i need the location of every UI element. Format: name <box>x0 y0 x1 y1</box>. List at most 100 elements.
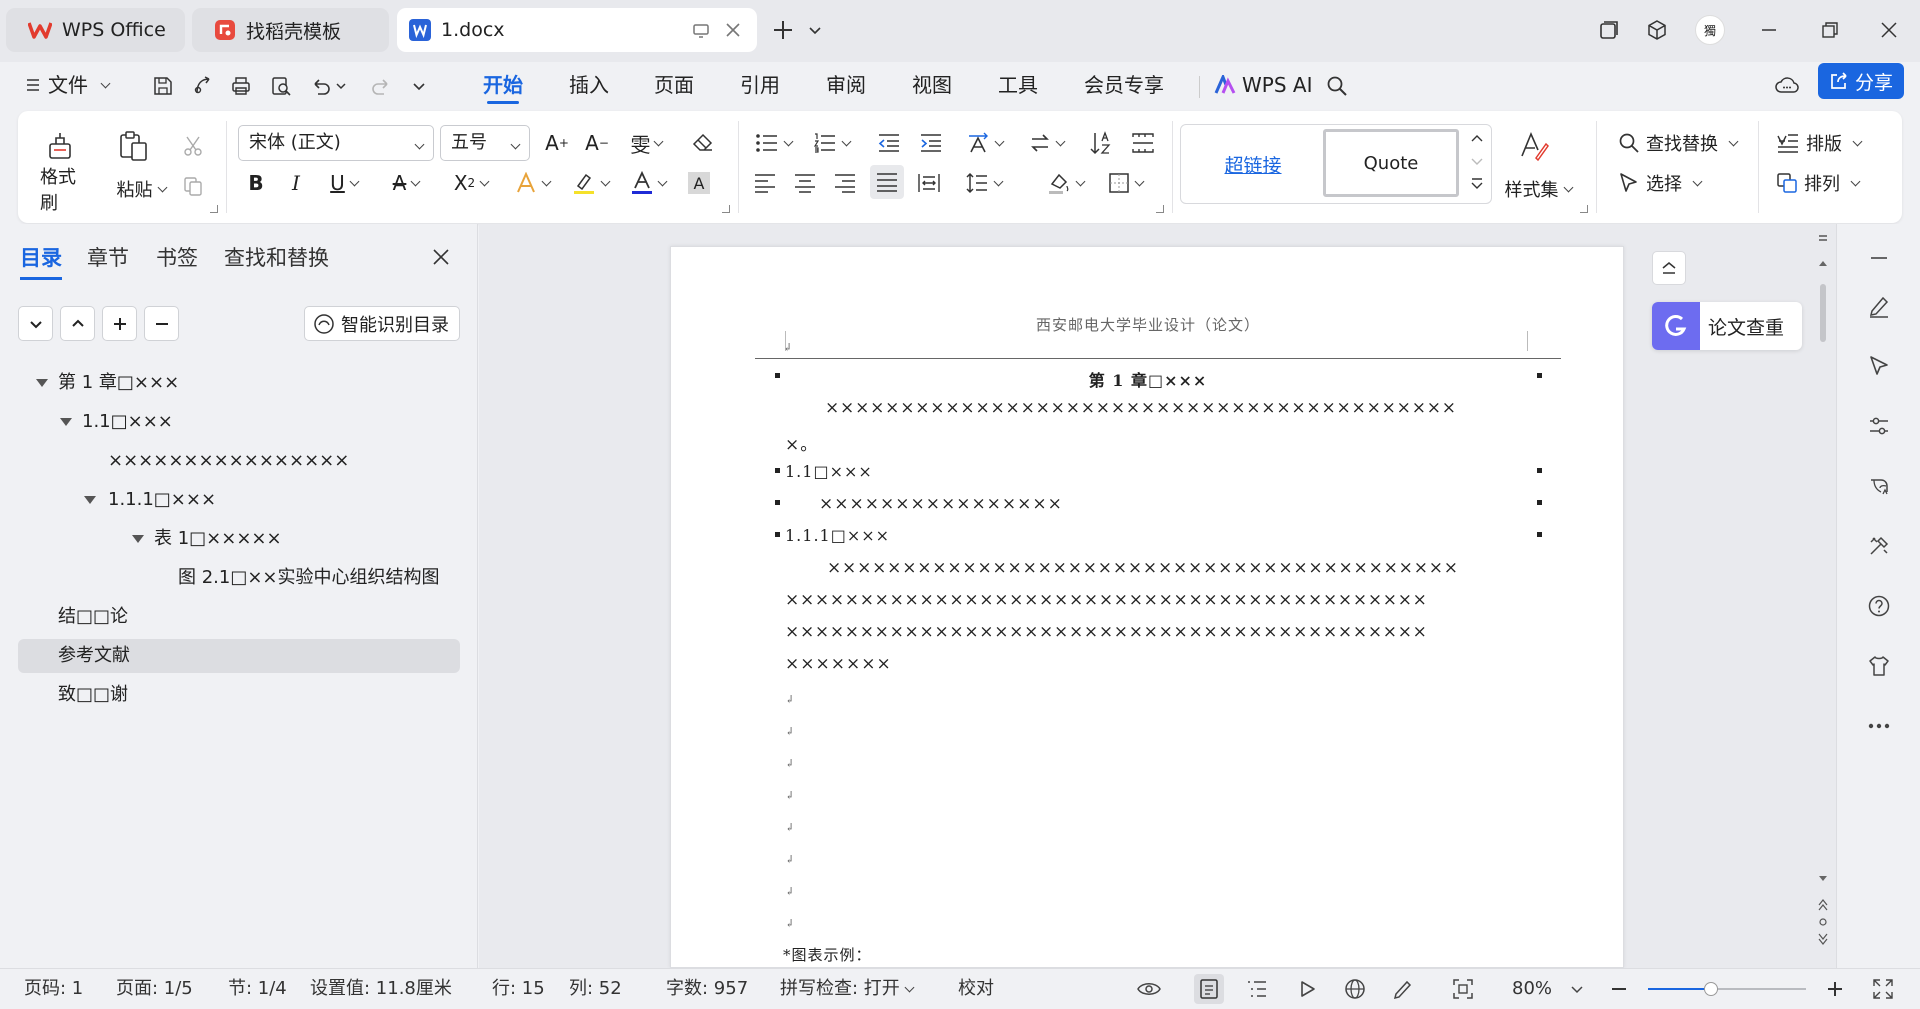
tab-document[interactable]: 1.docx <box>397 8 757 52</box>
eye-protection-icon[interactable] <box>1134 974 1164 1004</box>
zoom-level[interactable]: 80% <box>1512 969 1552 1009</box>
borders-icon[interactable] <box>1102 167 1148 199</box>
sort-icon[interactable] <box>1086 127 1116 159</box>
restore-icon[interactable] <box>1815 14 1845 46</box>
format-painter-button[interactable]: 格式刷 <box>40 167 84 214</box>
screen-icon[interactable] <box>691 20 711 40</box>
toc-item-table1[interactable]: 表 1□××××× <box>18 522 460 556</box>
search-icon[interactable] <box>1322 71 1352 101</box>
tab-view[interactable]: 视图 <box>912 62 952 108</box>
highlight-icon[interactable] <box>568 167 612 199</box>
play-icon[interactable] <box>1292 974 1322 1004</box>
more-chevron-icon[interactable] <box>404 71 434 101</box>
pen-icon[interactable] <box>1863 290 1895 322</box>
help-icon[interactable] <box>1863 590 1895 622</box>
paste-button[interactable]: 粘贴 <box>114 175 168 203</box>
minimize-rail-icon[interactable] <box>1863 242 1895 274</box>
tab-list-chevron-icon[interactable] <box>800 14 830 46</box>
status-row[interactable]: 行: 15 <box>492 969 545 1009</box>
style-scroll[interactable] <box>1467 131 1487 197</box>
char-shading-icon[interactable]: A <box>686 169 712 197</box>
arrange-button[interactable]: 排列 <box>1776 167 1861 199</box>
align-left-icon[interactable] <box>750 167 780 199</box>
align-center-icon[interactable] <box>790 167 820 199</box>
clipboard-launcher-icon[interactable] <box>210 205 218 213</box>
paragraph-shading-icon[interactable] <box>1042 167 1088 199</box>
underline-icon[interactable]: U <box>324 167 364 199</box>
document-page[interactable]: 西安邮电大学毕业设计（论文） ↲ 第 1 章□××× ×××××××××××××… <box>670 246 1624 968</box>
toc-item-1-1[interactable]: 1.1□××× <box>18 405 460 439</box>
fullscreen-icon[interactable] <box>1868 974 1898 1004</box>
tab-review[interactable]: 审阅 <box>826 62 866 108</box>
layout-button[interactable]: 排版 <box>1776 127 1863 159</box>
undo-chevron-icon[interactable] <box>332 71 350 101</box>
strikethrough-icon[interactable]: A <box>386 167 426 199</box>
numbered-list-icon[interactable] <box>808 127 854 159</box>
nav-tab-bookmarks[interactable]: 书签 <box>156 242 198 272</box>
new-tab-icon[interactable] <box>768 14 798 46</box>
find-replace-button[interactable]: 查找替换 <box>1618 127 1739 159</box>
outline-view-icon[interactable] <box>1242 974 1272 1004</box>
grow-font-icon[interactable]: A + <box>542 127 572 159</box>
zoom-slider-track[interactable] <box>1648 982 1806 996</box>
status-page[interactable]: 页面: 1/5 <box>116 969 193 1009</box>
vertical-scrollbar[interactable] <box>1814 232 1832 962</box>
zoom-out-icon[interactable] <box>1604 974 1634 1004</box>
toc-item-acknowledgement[interactable]: 致□□谢 <box>18 678 460 712</box>
style-quote[interactable]: Quote <box>1323 129 1459 197</box>
tab-template-store[interactable]: 找稻壳模板 <box>192 8 389 52</box>
copy-icon[interactable] <box>180 173 206 199</box>
toc-item-chapter1[interactable]: 第 1 章□××× <box>18 366 460 400</box>
window-layout-icon[interactable] <box>1594 14 1624 46</box>
tab-tools[interactable]: 工具 <box>998 62 1038 108</box>
toc-item-figure2-1[interactable]: 图 2.1□××实验中心组织结构图 <box>18 561 460 595</box>
status-page-code[interactable]: 页码: 1 <box>24 969 83 1009</box>
write-mode-icon[interactable] <box>1388 974 1418 1004</box>
file-menu[interactable]: 文件 <box>26 62 111 108</box>
tab-membership[interactable]: 会员专享 <box>1084 62 1164 108</box>
decrease-indent-icon[interactable] <box>874 127 904 159</box>
tab-page[interactable]: 页面 <box>654 62 694 108</box>
status-word-count[interactable]: 字数: 957 <box>666 969 748 1009</box>
cloud-sync-icon[interactable] <box>1772 71 1802 101</box>
font-size-select[interactable]: 五号 <box>440 125 530 161</box>
line-spacing-icon[interactable] <box>960 167 1006 199</box>
style-set-button[interactable]: 样式集 <box>1502 175 1574 203</box>
page-view-icon[interactable] <box>1194 974 1224 1004</box>
cube-icon[interactable] <box>1642 14 1672 46</box>
nav-tab-find-replace[interactable]: 查找和替换 <box>224 242 329 272</box>
avatar[interactable]: 獨 <box>1694 14 1726 46</box>
paragraph-launcher-icon[interactable] <box>1156 205 1164 213</box>
tab-insert[interactable]: 插入 <box>569 62 609 108</box>
font-color-icon[interactable] <box>626 167 670 199</box>
style-hyperlink[interactable]: 超链接 <box>1191 135 1315 193</box>
nav-tab-toc[interactable]: 目录 <box>20 242 62 280</box>
font-launcher-icon[interactable] <box>722 205 730 213</box>
wps-ai-button[interactable]: WPS AI <box>1214 62 1312 108</box>
sort-direction-icon[interactable] <box>1024 127 1068 159</box>
italic-icon[interactable]: I <box>282 167 310 199</box>
skin-shirt-icon[interactable] <box>1863 650 1895 682</box>
collapse-all-icon[interactable] <box>18 306 53 341</box>
close-tab-icon[interactable] <box>723 20 743 40</box>
smart-toc-button[interactable]: 智能识别目录 <box>304 306 460 341</box>
export-pdf-icon[interactable] <box>188 71 218 101</box>
toc-item-references[interactable]: 参考文献 <box>18 639 460 673</box>
close-panel-icon[interactable] <box>430 246 454 270</box>
add-heading-icon[interactable] <box>102 306 137 341</box>
clear-format-icon[interactable] <box>688 127 718 159</box>
zoom-chevron-icon[interactable] <box>1562 974 1592 1004</box>
superscript-icon[interactable]: X2 <box>448 167 494 199</box>
select-pointer-icon[interactable] <box>1863 350 1895 382</box>
remove-heading-icon[interactable] <box>144 306 179 341</box>
web-view-icon[interactable] <box>1340 974 1370 1004</box>
select-button[interactable]: 选择 <box>1618 167 1703 199</box>
save-icon[interactable] <box>148 71 178 101</box>
toc-item-x16[interactable]: ×××××××××××××××× <box>18 444 460 478</box>
status-proofread[interactable]: 校对 <box>958 969 994 1009</box>
tab-references[interactable]: 引用 <box>740 62 780 108</box>
zoom-in-icon[interactable] <box>1820 974 1850 1004</box>
align-right-icon[interactable] <box>830 167 860 199</box>
toc-item-conclusion[interactable]: 结□□论 <box>18 600 460 634</box>
status-col[interactable]: 列: 52 <box>569 969 622 1009</box>
